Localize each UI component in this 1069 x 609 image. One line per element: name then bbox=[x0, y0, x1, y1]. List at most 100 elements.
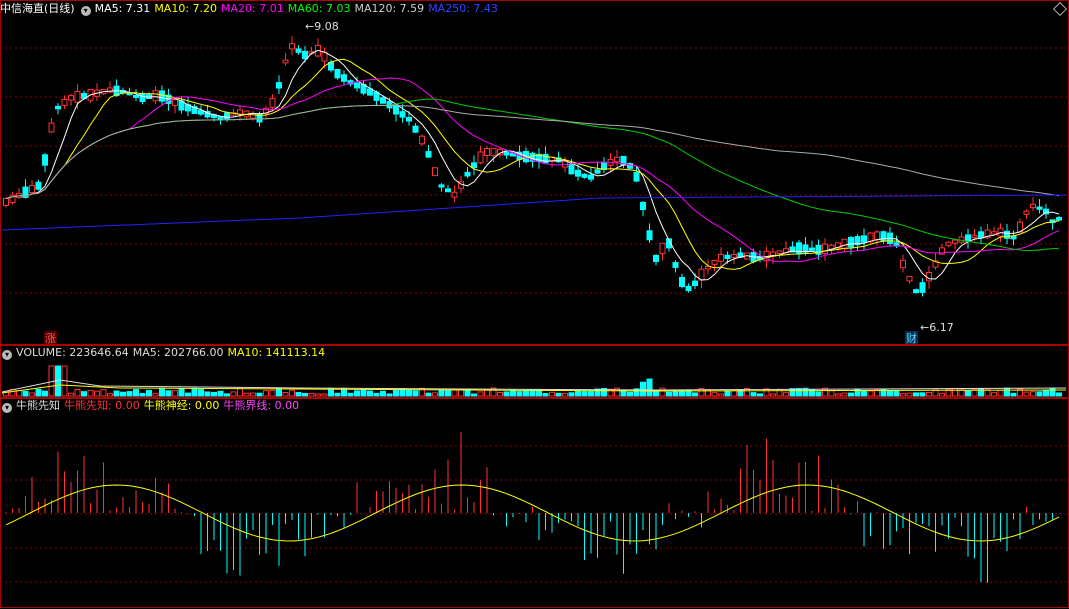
candle-body bbox=[224, 112, 230, 120]
candle-body bbox=[74, 91, 81, 103]
candle-body bbox=[477, 151, 484, 164]
candle-body bbox=[594, 169, 601, 174]
candle-body bbox=[55, 105, 61, 110]
volume-bar bbox=[211, 391, 217, 397]
volume-bar bbox=[1030, 391, 1036, 397]
candle-body bbox=[861, 235, 867, 243]
volume-bar bbox=[549, 391, 555, 397]
candle-body bbox=[1004, 230, 1010, 239]
volume-bar bbox=[568, 392, 575, 397]
volume-bar bbox=[516, 391, 523, 397]
volume-bar bbox=[432, 392, 438, 397]
candle-body bbox=[679, 277, 685, 287]
volume-bar bbox=[926, 392, 932, 397]
volume-bar bbox=[380, 390, 386, 397]
volume-bar bbox=[113, 390, 120, 397]
volume-bar bbox=[393, 388, 399, 397]
volume-bar bbox=[841, 392, 848, 397]
volume-bar bbox=[100, 389, 107, 397]
volume-bar bbox=[107, 393, 113, 397]
ma20-label: MA20: 7.01 bbox=[221, 2, 284, 15]
candle-body bbox=[438, 184, 445, 188]
volume-bar bbox=[373, 392, 380, 397]
volume-bar bbox=[666, 391, 672, 397]
volume-bar bbox=[159, 387, 165, 397]
volume-bar bbox=[1004, 387, 1010, 397]
volume-bar bbox=[185, 392, 191, 397]
candle-body bbox=[711, 259, 718, 265]
candle-body bbox=[471, 162, 477, 169]
candle-body bbox=[568, 164, 575, 175]
candle-body bbox=[692, 280, 698, 287]
candle-body bbox=[334, 68, 341, 79]
volume-bar bbox=[542, 392, 549, 397]
volume-bar bbox=[770, 393, 776, 397]
volume-bar bbox=[94, 390, 100, 397]
volume-bar bbox=[276, 387, 282, 397]
volume-bar bbox=[900, 393, 906, 397]
volume-bar bbox=[406, 389, 412, 397]
volume-bar bbox=[867, 390, 874, 397]
niuxiong-jiexian-label: 牛熊界线: 0.00 bbox=[223, 399, 300, 412]
volume-bar bbox=[42, 390, 48, 397]
candle-body bbox=[133, 94, 139, 98]
dropdown-icon[interactable]: ▾ bbox=[80, 6, 91, 16]
volume-bar bbox=[1010, 392, 1017, 397]
volume-bar bbox=[334, 392, 341, 397]
candle-body bbox=[965, 234, 971, 242]
volume-bar bbox=[562, 392, 568, 397]
volume-bar bbox=[308, 392, 315, 397]
ma250-label: MA250: 7.43 bbox=[428, 2, 498, 15]
volume-bar bbox=[919, 392, 926, 397]
candle-body bbox=[919, 282, 926, 293]
volume-bar bbox=[230, 391, 237, 397]
candle-body bbox=[913, 289, 919, 294]
volume-ma10-label: MA10: 141113.14 bbox=[227, 346, 326, 359]
volume-bar bbox=[224, 393, 230, 397]
volume-bar bbox=[16, 390, 22, 397]
ma250-line bbox=[1, 194, 1067, 231]
volume-bar bbox=[29, 392, 35, 397]
volume-bar bbox=[646, 378, 653, 397]
candle-body bbox=[731, 253, 737, 258]
volume-bar bbox=[939, 392, 945, 397]
volume-bar bbox=[861, 390, 867, 397]
volume-bar bbox=[952, 387, 958, 397]
candle-body bbox=[341, 74, 347, 82]
candle-body bbox=[1030, 203, 1036, 209]
volume-ma5-label: MA5: 202766.00 bbox=[132, 346, 224, 359]
volume-bar bbox=[523, 390, 529, 397]
candle-body bbox=[1023, 210, 1030, 215]
volume-bar bbox=[783, 392, 789, 397]
dropdown-icon[interactable]: ▾ bbox=[2, 350, 12, 360]
volume-bar bbox=[510, 389, 516, 397]
volume-bar bbox=[627, 391, 633, 397]
candle-body bbox=[276, 82, 282, 89]
volume-bar bbox=[165, 390, 172, 397]
volume-bar bbox=[172, 390, 178, 397]
candle-body bbox=[575, 169, 581, 177]
volume-bar bbox=[724, 390, 731, 397]
kline-chart[interactable]: ←9.08 ←6.17 涨 财 bbox=[0, 0, 1069, 609]
dropdown-icon[interactable]: ▾ bbox=[2, 403, 12, 413]
volume-bar bbox=[588, 391, 594, 397]
volume-bar bbox=[828, 390, 835, 397]
volume-bar bbox=[438, 389, 445, 397]
main-panel-header: 中信海直(日线) ▾ MA5: 7.31 MA10: 7.20 MA20: 7.01 MA… bbox=[0, 1, 502, 17]
volume-bar bbox=[139, 393, 146, 397]
volume-bar bbox=[354, 390, 360, 397]
candle-body bbox=[419, 135, 425, 145]
candle-body bbox=[900, 259, 906, 269]
candle-body bbox=[991, 231, 997, 235]
volume-bar bbox=[1056, 392, 1062, 397]
indicator-title[interactable]: 牛熊先知 bbox=[16, 399, 60, 412]
volume-bar bbox=[672, 390, 679, 397]
volume-bar bbox=[263, 390, 269, 397]
volume-bar bbox=[360, 388, 367, 397]
stock-name[interactable]: 中信海直(日线) bbox=[0, 2, 75, 15]
candle-body bbox=[172, 99, 178, 106]
candle-body bbox=[614, 156, 620, 163]
candle-body bbox=[971, 234, 978, 238]
volume-bar bbox=[204, 391, 211, 397]
volume-bar bbox=[555, 392, 562, 397]
